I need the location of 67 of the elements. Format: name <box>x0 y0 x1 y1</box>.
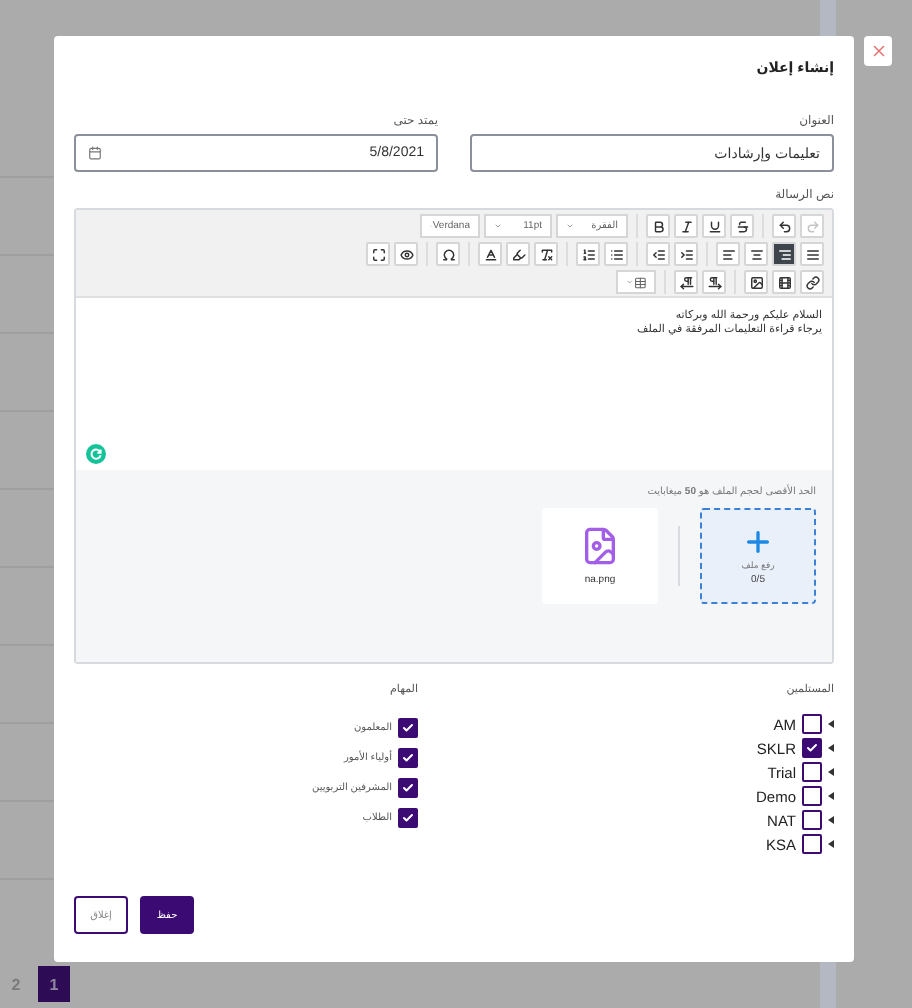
align-right-button[interactable] <box>772 242 796 266</box>
insert-link-button[interactable] <box>800 270 824 294</box>
caret-icon[interactable] <box>828 840 834 848</box>
checkbox[interactable] <box>802 714 822 734</box>
bold-button[interactable] <box>646 214 670 238</box>
align-left-button[interactable] <box>716 242 740 266</box>
strikethrough-icon[interactable] <box>735 219 749 233</box>
align-center-button[interactable] <box>744 242 768 266</box>
insert-image-icon[interactable] <box>749 275 763 289</box>
left-to-right-icon[interactable] <box>679 275 693 289</box>
caret-icon[interactable] <box>828 768 834 776</box>
ordered-list-icon[interactable] <box>581 247 595 261</box>
outdent-button[interactable] <box>646 242 670 266</box>
close-button[interactable] <box>864 36 892 66</box>
right-to-left-button[interactable] <box>702 270 726 294</box>
highlight-icon[interactable] <box>511 247 525 261</box>
justify-button[interactable] <box>800 242 824 266</box>
bullet-list-button[interactable] <box>604 242 628 266</box>
font-color-button[interactable] <box>478 242 502 266</box>
italic-icon[interactable] <box>679 219 693 233</box>
outdent-icon[interactable] <box>651 247 665 261</box>
left-to-right-button[interactable] <box>674 270 698 294</box>
bullet-list-icon[interactable] <box>609 247 623 261</box>
indent-button[interactable] <box>674 242 698 266</box>
preview-icon[interactable] <box>399 247 413 261</box>
align-left-icon[interactable] <box>721 247 735 261</box>
indent-icon[interactable] <box>679 247 693 261</box>
undo-button[interactable] <box>772 214 796 238</box>
underline-icon[interactable] <box>707 219 721 233</box>
undo-icon[interactable] <box>777 219 791 233</box>
insert-image-button[interactable] <box>744 270 768 294</box>
caret-icon[interactable] <box>828 792 834 800</box>
insert-table-button[interactable] <box>616 270 656 294</box>
clear-format-button[interactable] <box>534 242 558 266</box>
highlight-button[interactable] <box>506 242 530 266</box>
checkbox[interactable] <box>802 762 822 782</box>
checkbox[interactable] <box>802 810 822 830</box>
caret-icon[interactable] <box>828 744 834 752</box>
plus-icon[interactable] <box>742 526 774 558</box>
page-button[interactable]: 1 <box>38 966 70 1002</box>
right-to-left-icon[interactable] <box>707 275 721 289</box>
checkbox[interactable] <box>802 786 822 806</box>
italic-button[interactable] <box>674 214 698 238</box>
underline-button[interactable] <box>702 214 726 238</box>
bold-icon[interactable] <box>651 219 665 233</box>
caret-icon[interactable] <box>828 720 834 728</box>
align-center-icon[interactable] <box>749 247 763 261</box>
caret-icon[interactable] <box>828 816 834 824</box>
preview-button[interactable] <box>394 242 418 266</box>
calendar-icon[interactable] <box>88 146 102 160</box>
strikethrough-button[interactable] <box>730 214 754 238</box>
table-icon[interactable] <box>633 275 646 289</box>
special-character-icon[interactable] <box>441 247 455 261</box>
align-right-icon[interactable] <box>777 247 791 261</box>
fullscreen-icon[interactable] <box>371 247 385 261</box>
special-character-button[interactable] <box>436 242 460 266</box>
checkbox[interactable] <box>802 834 822 854</box>
font-color-icon[interactable] <box>483 247 497 261</box>
ordered-list-button[interactable] <box>576 242 600 266</box>
close-icon[interactable] <box>869 42 887 60</box>
insert-link-icon[interactable] <box>805 275 819 289</box>
clear-format-icon[interactable] <box>539 247 553 261</box>
image-file-icon <box>580 526 620 566</box>
insert-video-icon[interactable] <box>777 275 791 289</box>
insert-video-button[interactable] <box>772 270 796 294</box>
fullscreen-button[interactable] <box>366 242 390 266</box>
justify-icon[interactable] <box>805 247 819 261</box>
